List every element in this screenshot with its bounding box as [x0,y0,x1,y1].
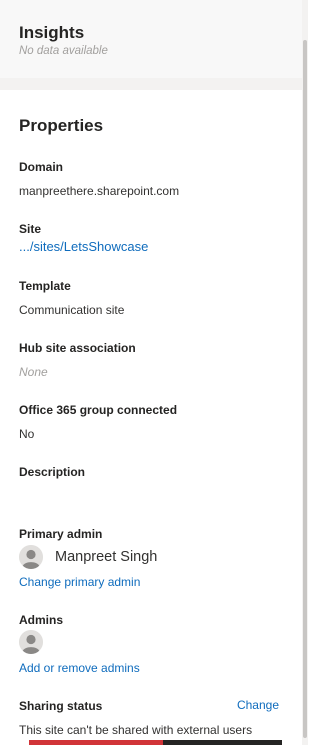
insights-subtitle: No data available [19,45,108,57]
loading-progress-fill [29,740,164,745]
admins-label: Admins [19,613,64,627]
group-connected-value: No [19,427,35,441]
site-label: Site [19,222,42,236]
add-remove-admins-link[interactable]: Add or remove admins [19,661,140,675]
domain-label: Domain [19,160,64,174]
template-label: Template [19,279,71,293]
sharing-status-value: This site can't be shared with external … [19,723,253,737]
section-divider [0,78,302,90]
site-link[interactable]: .../sites/LetsShowcase [19,239,148,254]
template-value: Communication site [19,303,125,317]
loading-progress-bar [29,740,282,745]
description-label: Description [19,465,86,479]
sharing-status-label: Sharing status [19,699,103,713]
scrollbar-thumb[interactable] [303,40,307,738]
person-avatar-icon [19,545,43,569]
insights-title: Insights [19,23,85,42]
hub-association-label: Hub site association [19,341,136,355]
vertical-scrollbar[interactable] [302,0,308,745]
change-primary-admin-link[interactable]: Change primary admin [19,575,140,589]
properties-title: Properties [19,116,104,135]
person-avatar-icon [19,630,43,654]
primary-admin-name: Manpreet Singh [55,549,158,565]
primary-admin-label: Primary admin [19,527,103,541]
domain-value: manpreethere.sharepoint.com [19,184,180,198]
group-connected-label: Office 365 group connected [19,403,178,417]
sharing-change-link[interactable]: Change [237,698,279,712]
hub-association-value: None [19,365,48,379]
